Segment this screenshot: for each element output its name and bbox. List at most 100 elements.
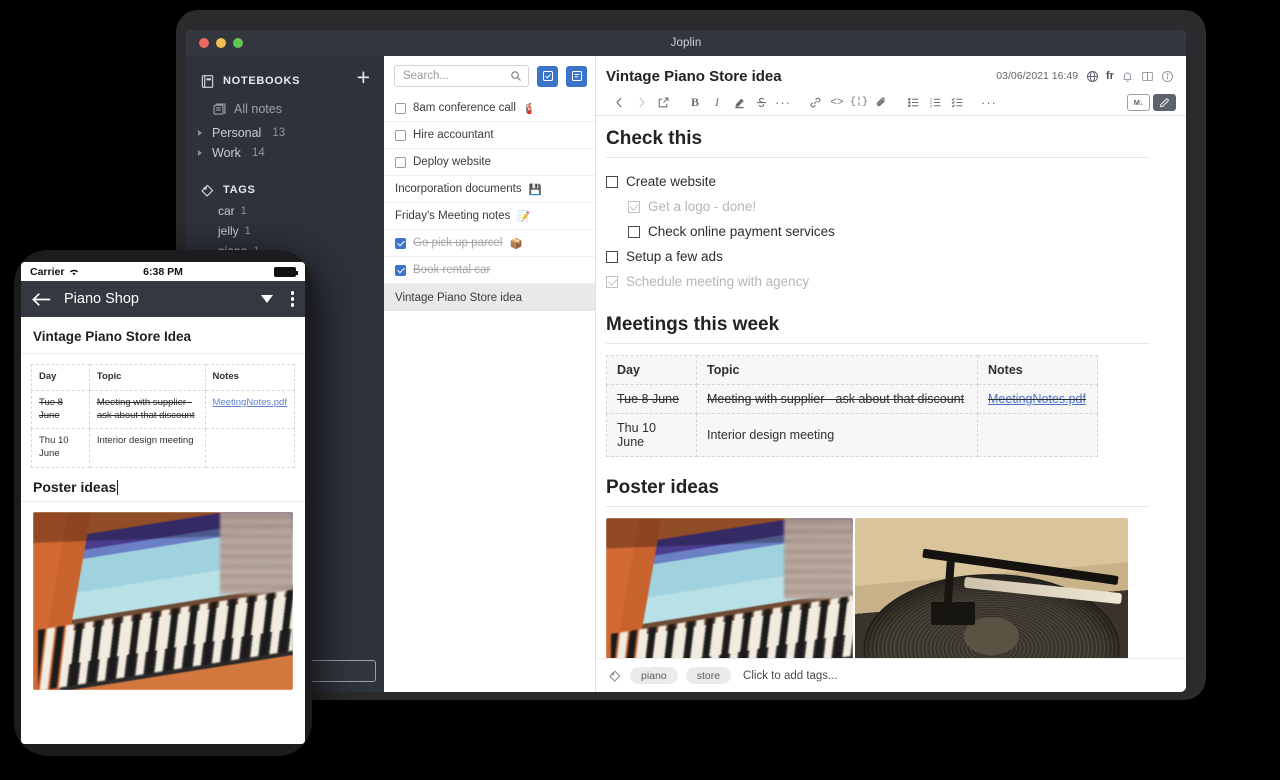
add-tags-button[interactable]: Click to add tags... [743,670,838,682]
phone-heading-text: Poster ideas [33,479,117,496]
forward-icon [630,92,652,114]
strikethrough-icon[interactable] [750,92,772,114]
overflow-menu-icon[interactable] [285,291,294,307]
globe-icon[interactable] [1086,70,1099,83]
list-item[interactable]: Deploy website [384,149,595,176]
column-header-notes: Notes [204,364,296,391]
meeting-notes-link[interactable]: MeetingNotes.pdf [988,392,1086,406]
phone-meetings-table: Day Topic Notes Tue 8 June Meeting with … [31,364,296,469]
checkbox-checked[interactable] [606,275,618,288]
checklist-label: Schedule meeting with agency [626,274,810,289]
list-item[interactable]: Hire accountant [384,122,595,149]
highlight-icon[interactable] [728,92,750,114]
note-emoji: 📦 [509,237,523,250]
note-header-icons: fr [1086,70,1174,83]
note-tag-piano[interactable]: piano [630,667,678,684]
checkbox[interactable] [606,175,618,188]
new-note-button[interactable] [566,65,587,87]
markdown-toggle-button[interactable]: M↓ [1127,94,1150,111]
toggle-layout-icon[interactable] [1141,70,1154,83]
list-item-selected[interactable]: Vintage Piano Store idea [384,284,595,311]
phone-clock: 6:38 PM [143,265,183,278]
chevron-right-icon[interactable] [198,150,202,156]
sidebar-item-label: Work [212,146,241,160]
note-list[interactable]: 8am conference call 🧯 Hire accountant De… [384,95,595,692]
sidebar-item-label: All notes [234,102,282,116]
search-input[interactable]: Search... [394,65,529,87]
joplin-window: Joplin NOTEBOOKS + All notes Personal 13… [186,30,1186,692]
chevron-down-icon[interactable] [260,295,273,303]
alarm-icon[interactable] [1121,70,1134,83]
checklist-item[interactable]: Get a logo - done! [606,194,1150,219]
note-list-panel: Search... 8am conference call 🧯 Hire acc… [384,56,596,692]
checkbox[interactable] [606,250,618,263]
external-link-icon[interactable] [652,92,674,114]
checkbox[interactable] [628,225,640,238]
phone-note-body: Vintage Piano Store Idea Day Topic Notes [21,317,305,744]
more-format-icon[interactable]: ··· [772,92,794,114]
back-arrow-icon[interactable] [32,292,52,307]
note-tag-bar[interactable]: piano store Click to add tags... [596,658,1186,692]
sidebar-item-all-notes[interactable]: All notes [186,99,384,119]
sidebar-tag-car[interactable]: car 1 [186,201,384,221]
cell-day: Tue 8 June [31,389,90,430]
attachment-icon[interactable] [870,92,892,114]
checklist-label: Setup a few ads [626,249,723,264]
note-title: 8am conference call [413,102,516,114]
table-row: Thu 10 June Interior design meeting [606,413,1098,457]
numbered-list-icon[interactable]: 1 2 3 [924,92,946,114]
list-item[interactable]: Friday's Meeting notes 📝 [384,203,595,230]
search-icon [510,70,522,82]
todo-checkbox[interactable] [395,264,406,276]
todo-checkbox[interactable] [395,156,406,168]
heading-poster-ideas: Poster ideas [606,477,1150,507]
new-todo-button[interactable] [537,65,558,87]
cell-topic: Interior design meeting [88,428,206,469]
table-row: Thu 10 June Interior design meeting [31,428,296,469]
notebooks-header: NOTEBOOKS + [186,66,384,92]
new-notebook-button[interactable]: + [357,66,370,89]
todo-checkbox[interactable] [395,237,406,249]
link-icon[interactable] [804,92,826,114]
checklist-item[interactable]: Create website [606,169,1150,194]
phone-piano-photo [33,512,293,691]
list-item[interactable]: Go pick up parcel 📦 [384,230,595,257]
phone-nav-bar: Piano Shop [21,281,305,317]
list-item[interactable]: Incorporation documents 💾 [384,176,595,203]
checklist-icon[interactable] [946,92,968,114]
code-icon[interactable]: <> [826,92,848,114]
sidebar-item-personal[interactable]: Personal 13 [186,123,384,143]
checkbox-checked[interactable] [628,200,640,213]
svg-text:3: 3 [929,103,932,108]
todo-checkbox[interactable] [395,102,406,114]
note-emoji: 🧯 [522,102,536,115]
page-title: Vintage Piano Store idea [606,67,782,85]
checklist-item[interactable]: Check online payment services [606,219,1150,244]
checklist-item[interactable]: Schedule meeting with agency [606,269,1150,294]
chevron-right-icon[interactable] [198,130,202,136]
todo-checkbox[interactable] [395,129,406,141]
note-emoji: 💾 [528,183,542,196]
note-tag-store[interactable]: store [685,667,732,684]
italic-icon[interactable]: I [706,92,728,114]
code-block-icon[interactable]: {¦} [848,92,870,114]
back-icon[interactable] [608,92,630,114]
edit-mode-button[interactable] [1153,94,1176,111]
bulleted-list-icon[interactable] [902,92,924,114]
meeting-notes-link[interactable]: MeetingNotes.pdf [213,397,287,408]
more-tools-icon[interactable]: ··· [978,92,1000,114]
window-title: Joplin [670,37,702,49]
checklist-item[interactable]: Setup a few ads [606,244,1150,269]
bold-icon[interactable]: B [684,92,706,114]
column-header-topic: Topic [696,355,978,385]
sidebar-item-work[interactable]: Work 14 [186,143,384,163]
tag-label: car [218,204,235,218]
info-icon[interactable] [1161,70,1174,83]
table-header-row: Day Topic Notes [31,364,296,391]
checklist-label: Get a logo - done! [648,199,757,214]
list-item[interactable]: 8am conference call 🧯 [384,95,595,122]
sidebar-tag-jelly[interactable]: jelly 1 [186,221,384,241]
list-item[interactable]: Book rental car [384,257,595,284]
cell-notes [977,413,1098,457]
column-header-day: Day [606,355,697,385]
